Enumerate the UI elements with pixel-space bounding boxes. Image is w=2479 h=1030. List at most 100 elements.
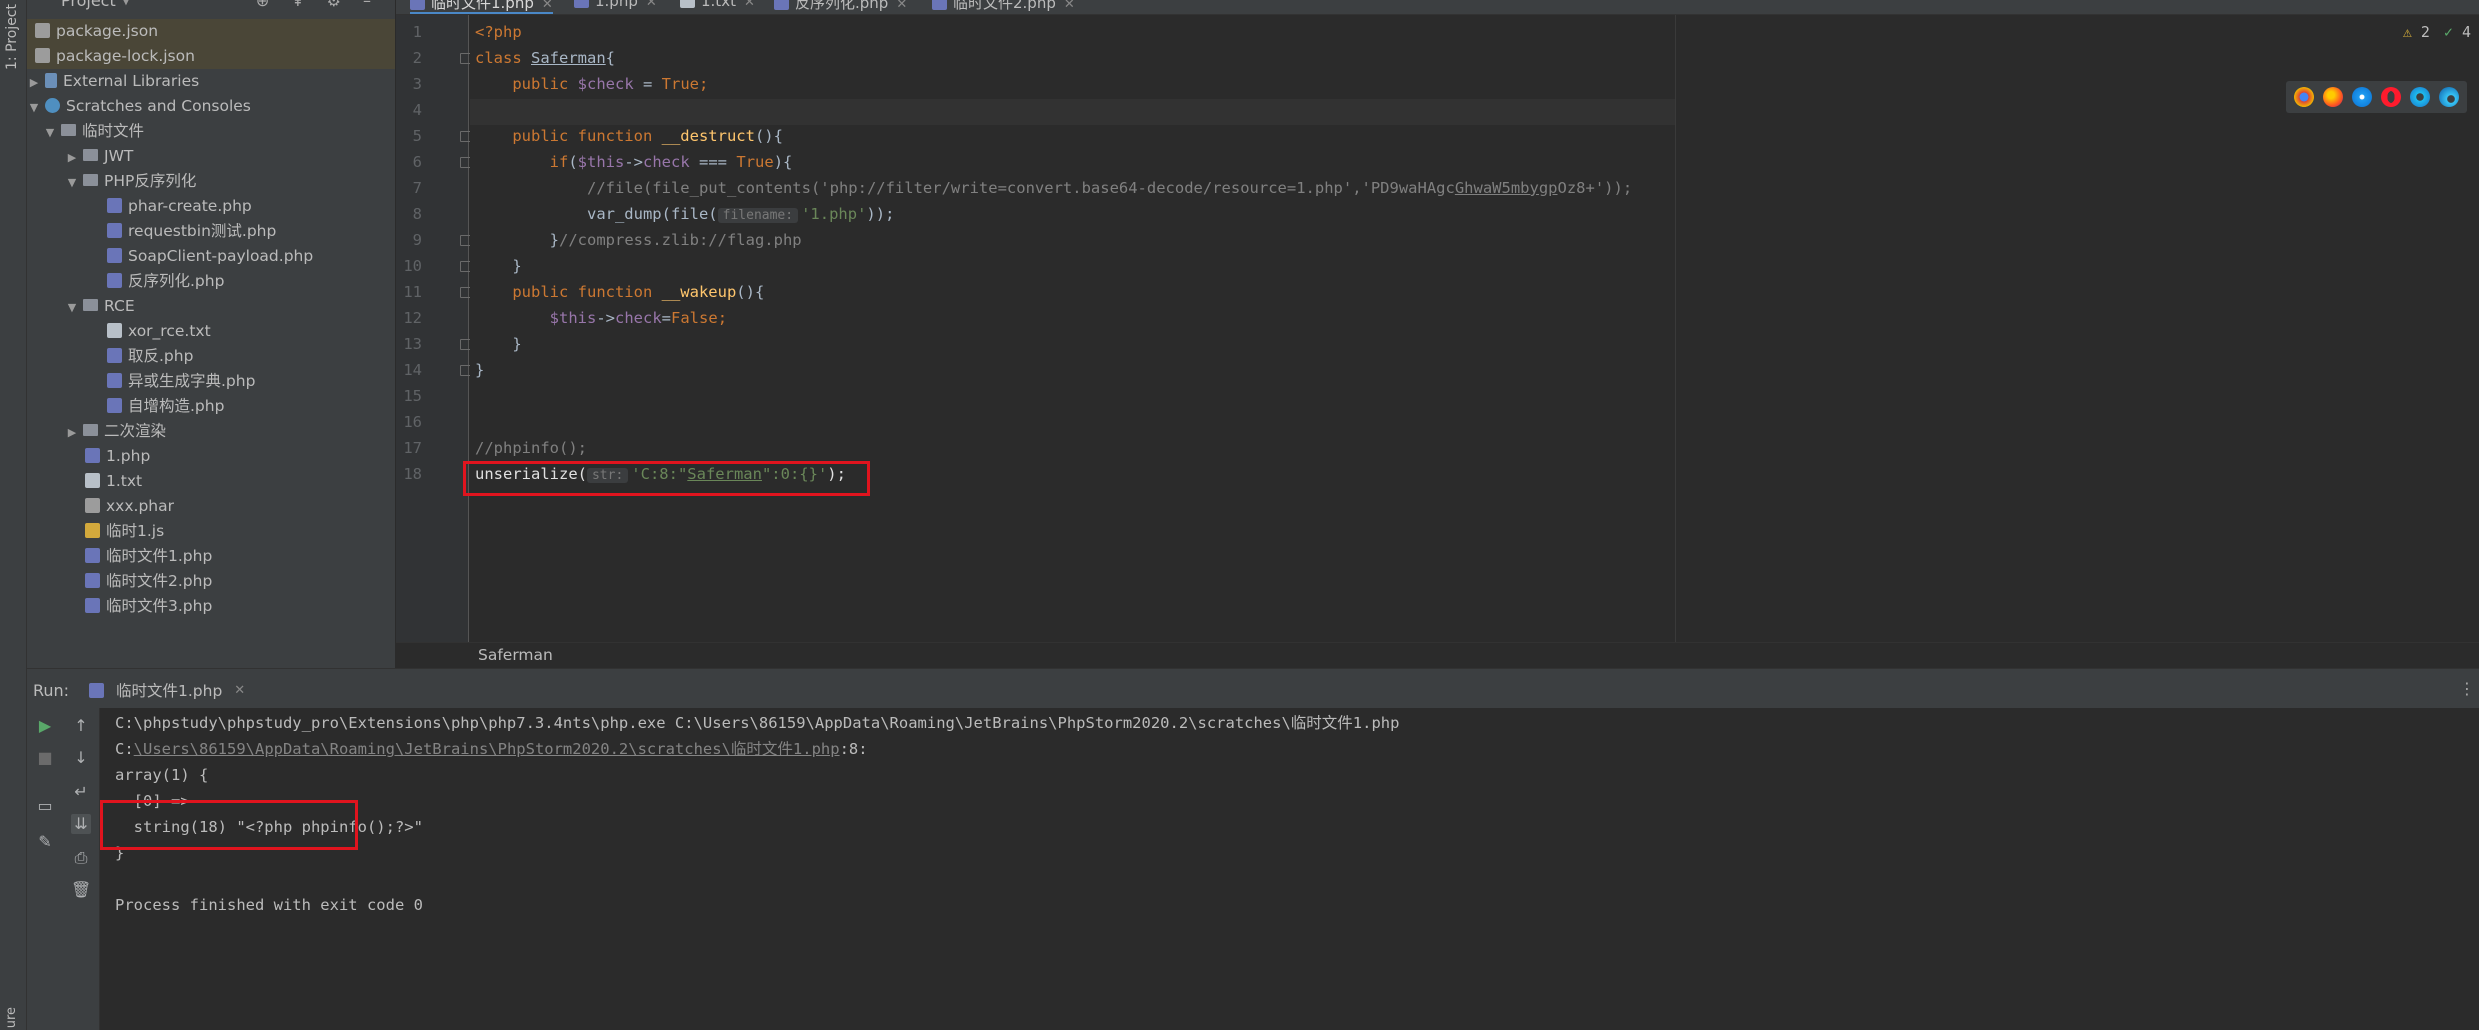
json-file-icon <box>35 23 50 38</box>
php-file-icon <box>574 0 589 8</box>
tab-temp-file-1[interactable]: 临时文件1.php ✕ <box>410 0 553 14</box>
code-line: public $check = True; <box>512 75 709 93</box>
more-options-icon[interactable]: ⋮ <box>2459 679 2475 698</box>
soft-wrap-icon[interactable]: ↵ <box>71 782 91 802</box>
inspection-widget[interactable]: ⚠ 2 ✓ 4 <box>2403 23 2471 41</box>
tab-temp-file-2[interactable]: 临时文件2.php ✕ <box>932 0 1075 12</box>
locate-icon[interactable]: ⊕ <box>256 0 269 10</box>
text-file-icon <box>680 0 695 8</box>
scroll-to-end-icon[interactable]: ⇊ <box>71 814 91 834</box>
tree-item[interactable]: 取反.php <box>27 344 395 369</box>
layout-icon[interactable]: ▭ <box>35 796 55 816</box>
close-icon[interactable]: ✕ <box>1064 0 1075 12</box>
warning-icon: ⚠ <box>2402 23 2412 41</box>
firefox-icon[interactable] <box>2323 87 2343 107</box>
code-line: public function __wakeup(){ <box>512 283 765 301</box>
close-icon[interactable]: ✕ <box>542 0 553 12</box>
minimize-icon[interactable]: – <box>363 0 371 10</box>
code-line: } <box>512 257 522 275</box>
line-number: 10 <box>403 257 422 275</box>
close-icon[interactable]: ✕ <box>646 0 657 10</box>
caret-line-highlight <box>470 99 1676 125</box>
close-icon[interactable]: ✕ <box>896 0 907 12</box>
tree-item[interactable]: ▶ External Libraries <box>27 69 395 94</box>
tree-item[interactable]: 临时文件3.php <box>27 594 395 619</box>
tree-item[interactable]: 反序列化.php <box>27 269 395 294</box>
run-config-tab[interactable]: 临时文件1.php ✕ <box>89 679 245 701</box>
chevron-down-icon[interactable]: ▼ <box>65 170 79 195</box>
console-output[interactable]: C:\phpstudy\phpstudy_pro\Extensions\php\… <box>100 708 2479 1030</box>
arrow-up-icon[interactable]: ↑ <box>71 716 91 736</box>
file-link[interactable]: \Users\86159\AppData\Roaming\JetBrains\P… <box>134 740 840 758</box>
pin-icon[interactable]: ✎ <box>35 832 55 852</box>
chevron-right-icon[interactable]: ▶ <box>65 420 79 445</box>
tree-item[interactable]: SoapClient-payload.php <box>27 244 395 269</box>
tree-item[interactable]: package-lock.json <box>27 44 395 69</box>
check-icon: ✓ <box>2443 23 2453 41</box>
ie-icon[interactable] <box>2410 87 2430 107</box>
chevron-down-icon[interactable]: ▼ <box>65 295 79 320</box>
close-icon[interactable]: ✕ <box>234 683 245 698</box>
tree-item[interactable]: 1.txt <box>27 469 395 494</box>
tab-1-txt[interactable]: 1.txt ✕ <box>680 0 755 12</box>
tree-item[interactable]: 1.php <box>27 444 395 469</box>
tree-item[interactable]: requestbin测试.php <box>27 219 395 244</box>
line-number: 7 <box>412 179 422 197</box>
tree-item[interactable]: 异或生成字典.php <box>27 369 395 394</box>
tree-item[interactable]: 临时1.js <box>27 519 395 544</box>
safari-icon[interactable] <box>2352 87 2372 107</box>
stop-icon[interactable]: ■ <box>35 748 55 768</box>
chevron-down-icon[interactable]: ▼ <box>43 120 57 145</box>
console-line: C:\Users\86159\AppData\Roaming\JetBrains… <box>115 740 868 758</box>
run-panel-header: Run: 临时文件1.php ✕ ⋮ <box>27 668 2479 709</box>
chrome-icon[interactable] <box>2294 87 2314 107</box>
line-number: 5 <box>412 127 422 145</box>
rerun-icon[interactable]: ▶ <box>35 716 55 736</box>
line-number: 18 <box>403 465 422 483</box>
project-tool-tab[interactable]: 1: Project <box>4 4 20 70</box>
tree-item[interactable]: package.json <box>27 19 395 44</box>
project-title[interactable]: Project <box>61 0 116 10</box>
chevron-right-icon[interactable]: ▶ <box>65 145 79 170</box>
tree-item[interactable]: 自增构造.php <box>27 394 395 419</box>
line-number: 14 <box>403 361 422 379</box>
chevron-right-icon[interactable]: ▶ <box>27 70 41 95</box>
breadcrumb-item[interactable]: Saferman <box>478 646 553 664</box>
code-editor[interactable]: <?php class Saferman{ public $check = Tr… <box>463 15 2479 642</box>
tab-1-php[interactable]: 1.php ✕ <box>574 0 657 12</box>
trash-icon[interactable]: 🗑 <box>71 880 91 900</box>
tree-item[interactable]: ▼ Scratches and Consoles <box>27 94 395 119</box>
line-number: 2 <box>412 49 422 67</box>
tree-item[interactable]: ▶ JWT <box>27 144 395 169</box>
structure-tool-tab[interactable]: ure <box>4 1007 19 1028</box>
tree-item[interactable]: ▶ 二次渲染 <box>27 419 395 444</box>
run-toolbar: ▶ ■ ▭ ✎ <box>27 708 63 1030</box>
tree-item[interactable]: 临时文件2.php <box>27 569 395 594</box>
folder-icon <box>61 124 76 136</box>
tree-item[interactable]: phar-create.php <box>27 194 395 219</box>
tree-item[interactable]: ▼ 临时文件 <box>27 119 395 144</box>
gear-icon[interactable]: ⚙ <box>327 0 341 10</box>
code-line: class Saferman{ <box>475 49 615 67</box>
php-file-icon <box>107 398 122 413</box>
chevron-down-icon[interactable]: ▼ <box>122 0 130 7</box>
opera-icon[interactable] <box>2381 87 2401 107</box>
close-icon[interactable]: ✕ <box>744 0 755 10</box>
tree-item[interactable]: ▼ PHP反序列化 <box>27 169 395 194</box>
browser-popup <box>2286 81 2467 113</box>
folder-icon <box>83 174 98 186</box>
tree-item[interactable]: xor_rce.txt <box>27 319 395 344</box>
php-file-icon <box>107 348 122 363</box>
tree-item[interactable]: ▼ RCE <box>27 294 395 319</box>
line-number: 13 <box>403 335 422 353</box>
print-icon[interactable]: ⎙ <box>71 848 91 868</box>
tree-item[interactable]: 临时文件1.php <box>27 544 395 569</box>
tab-deserialize[interactable]: 反序列化.php ✕ <box>774 0 907 12</box>
collapse-all-icon[interactable]: ⇞ <box>291 0 304 10</box>
code-line: $this->check=False; <box>549 309 728 327</box>
chevron-down-icon[interactable]: ▼ <box>27 95 41 120</box>
arrow-down-icon[interactable]: ↓ <box>71 748 91 768</box>
library-icon <box>45 73 57 88</box>
edge-icon[interactable] <box>2439 87 2459 107</box>
tree-item[interactable]: xxx.phar <box>27 494 395 519</box>
